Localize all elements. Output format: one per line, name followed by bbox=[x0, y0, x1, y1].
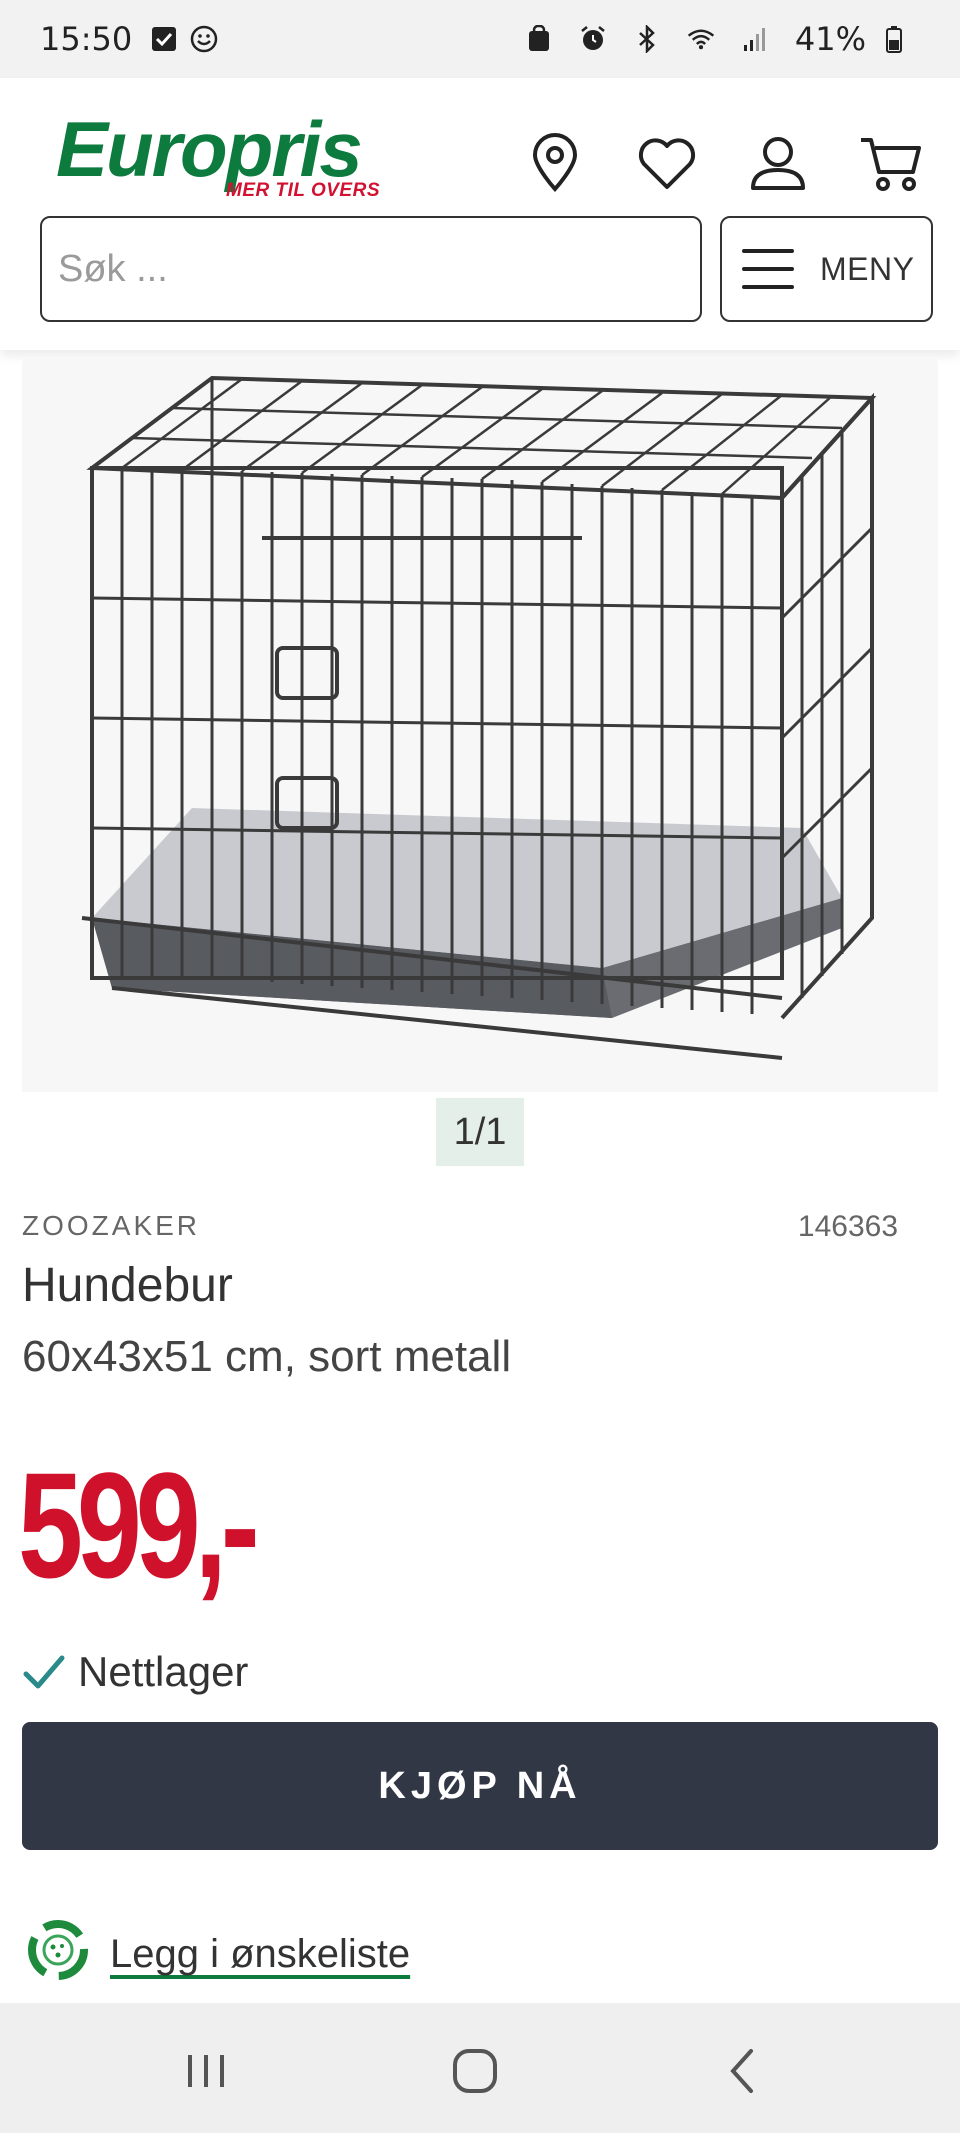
recent-apps-icon[interactable] bbox=[176, 2041, 236, 2101]
product-brand[interactable]: ZOOZAKER bbox=[22, 1210, 200, 1242]
menu-label: MENY bbox=[820, 250, 915, 287]
hamburger-icon bbox=[742, 249, 794, 289]
search-input[interactable] bbox=[40, 216, 702, 322]
location-pin-icon[interactable] bbox=[520, 128, 590, 198]
menu-button[interactable]: MENY bbox=[720, 216, 933, 322]
product-sku: 146363 bbox=[797, 1210, 898, 1243]
checkmark-icon bbox=[23, 1655, 65, 1689]
stock-label: Nettlager bbox=[78, 1648, 249, 1695]
status-time: 15:50 bbox=[40, 20, 133, 58]
user-icon[interactable] bbox=[743, 128, 813, 198]
signal-icon bbox=[741, 25, 769, 53]
add-to-wishlist-link[interactable]: Legg i ønskeliste bbox=[110, 1932, 410, 1977]
product-title: Hundebur bbox=[22, 1259, 233, 1312]
heart-icon[interactable] bbox=[632, 128, 702, 198]
battery-percentage: 41% bbox=[794, 20, 866, 58]
product-price: 599,- bbox=[18, 1441, 260, 1609]
site-header: Europris MER TIL OVERS MENY bbox=[0, 78, 960, 350]
status-bar: 15:50 41% bbox=[0, 0, 960, 78]
wifi-icon bbox=[687, 25, 715, 53]
battery-icon bbox=[880, 25, 908, 53]
alarm-icon bbox=[579, 25, 607, 53]
image-counter: 1/1 bbox=[436, 1098, 524, 1166]
cart-icon[interactable] bbox=[856, 128, 926, 198]
checkbox-icon bbox=[150, 25, 178, 53]
logo-tagline: MER TIL OVERS bbox=[226, 180, 380, 201]
product-image[interactable] bbox=[22, 358, 938, 1092]
product-description: 60x43x51 cm, sort metall bbox=[22, 1332, 512, 1381]
home-icon[interactable] bbox=[445, 2041, 505, 2101]
europris-logo[interactable]: Europris MER TIL OVERS bbox=[56, 104, 386, 208]
smiley-icon bbox=[190, 25, 218, 53]
stock-status: Nettlager bbox=[20, 1648, 248, 1696]
buy-now-button[interactable]: KJØP NÅ bbox=[22, 1722, 938, 1850]
recycle-icon[interactable] bbox=[20, 1912, 96, 1988]
nfc-icon bbox=[525, 25, 553, 53]
bluetooth-icon bbox=[633, 25, 661, 53]
back-icon[interactable] bbox=[712, 2041, 772, 2101]
android-nav-bar bbox=[0, 2003, 960, 2133]
